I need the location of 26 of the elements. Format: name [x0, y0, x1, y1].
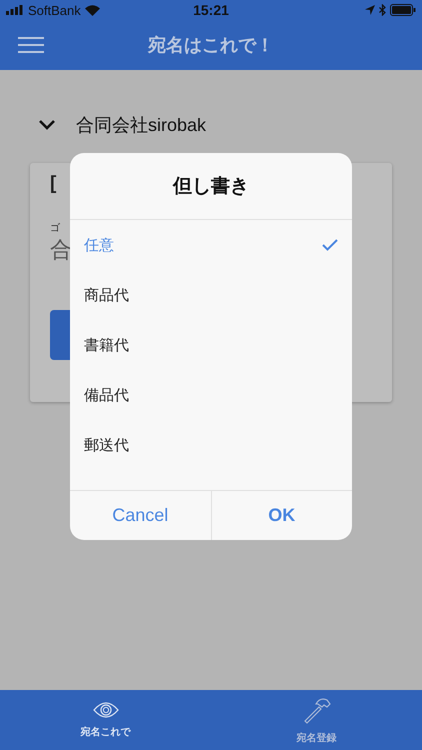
option-item[interactable]: 任意	[70, 220, 352, 270]
battery-icon	[390, 4, 416, 16]
wifi-icon	[84, 4, 100, 16]
dialog-title: 但し書き	[173, 175, 249, 199]
eye-icon	[92, 701, 118, 719]
ok-button[interactable]: OK	[210, 491, 352, 540]
option-item[interactable]: 商品代	[70, 270, 352, 320]
cancel-button[interactable]: Cancel	[70, 491, 210, 540]
kana-reading: ゴ	[50, 222, 60, 235]
card-heading: [	[50, 173, 56, 195]
menu-icon[interactable]	[18, 37, 44, 53]
option-item[interactable]: 書籍代	[70, 320, 352, 370]
bluetooth-icon	[379, 4, 386, 16]
option-item[interactable]: 備品代	[70, 370, 352, 420]
signal-icon	[6, 5, 24, 15]
option-item[interactable]: 郵送代	[70, 420, 352, 470]
checkmark-icon	[322, 239, 338, 251]
app-title: 宛名はこれで！	[146, 34, 275, 57]
clock-time: 15:21	[193, 2, 229, 18]
carrier-name: SoftBank	[28, 2, 81, 18]
tab-bar-item[interactable]: 宛名これで	[0, 690, 211, 750]
location-icon	[365, 5, 375, 15]
recipient-name: 合	[50, 236, 72, 264]
company-name: 合同会社sirobak	[76, 114, 206, 137]
chevron-down-icon[interactable]	[38, 119, 56, 131]
tab-bar-item[interactable]: 宛名登録	[211, 690, 422, 750]
